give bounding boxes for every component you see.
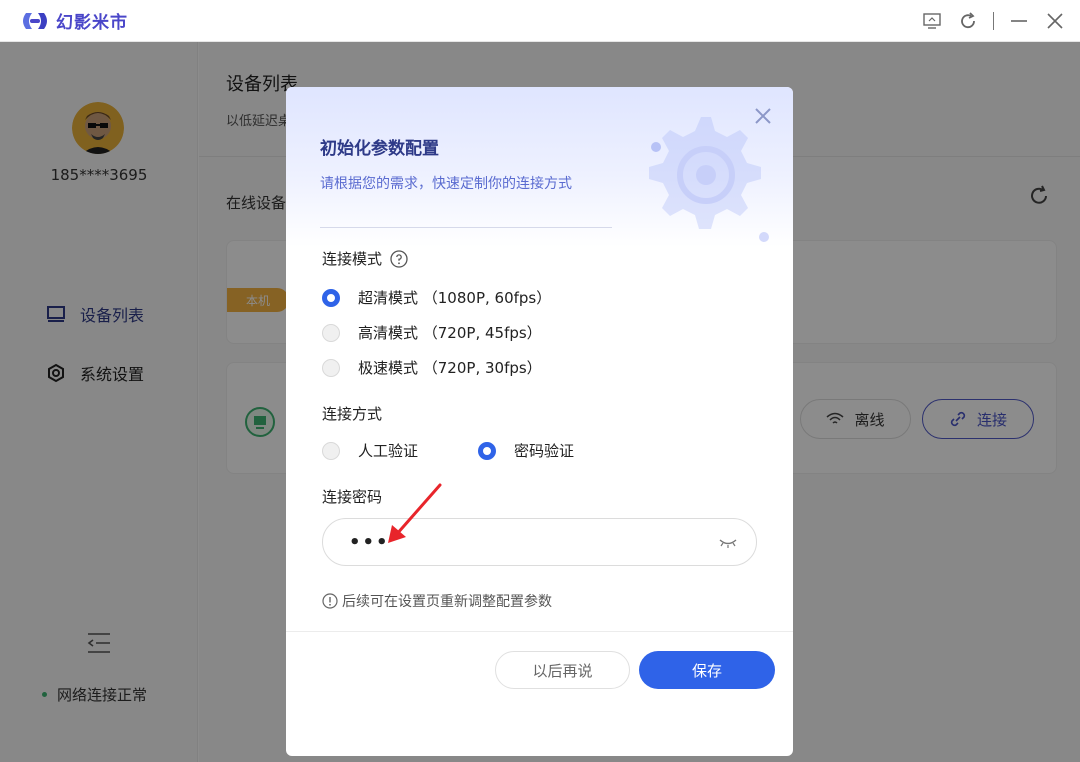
mode-option-label: 高清模式 （720P, 45fps）: [358, 324, 542, 342]
help-icon[interactable]: [390, 249, 408, 268]
mode-option-ultra[interactable]: 超清模式 （1080P, 60fps）: [322, 287, 551, 308]
title-bar: 幻影米市: [0, 0, 1080, 42]
app-brand: 幻影米市: [56, 13, 128, 33]
radio-button[interactable]: [322, 288, 340, 307]
radio-button[interactable]: [322, 441, 340, 460]
window-controls-divider: [993, 12, 994, 30]
save-button[interactable]: 保存: [639, 651, 775, 689]
mode-option-fast[interactable]: 极速模式 （720P, 30fps）: [322, 357, 542, 378]
close-window-icon[interactable]: [1044, 10, 1066, 32]
later-button[interactable]: 以后再说: [495, 651, 630, 689]
reload-icon[interactable]: [957, 10, 979, 32]
init-config-modal: 初始化参数配置 请根据您的需求，快速定制你的连接方式 连接模式 超清模式 （10…: [286, 87, 793, 756]
close-icon[interactable]: [752, 105, 774, 127]
modal-subtitle: 请根据您的需求，快速定制你的连接方式: [320, 176, 572, 192]
method-option-label: 人工验证: [358, 442, 419, 460]
connection-mode-label: 连接模式: [322, 248, 408, 269]
radio-button[interactable]: [478, 441, 496, 460]
app-logo: 幻影米市: [18, 7, 128, 35]
method-option-manual[interactable]: 人工验证: [322, 440, 418, 461]
header-divider: [320, 227, 612, 228]
connection-method-label: 连接方式: [322, 405, 383, 423]
radio-button[interactable]: [322, 323, 340, 342]
window-controls: [921, 0, 1066, 42]
screen-share-icon[interactable]: [921, 10, 943, 32]
hint-text: 后续可在设置页重新调整配置参数: [322, 591, 552, 611]
radio-button[interactable]: [322, 358, 340, 377]
password-label: 连接密码: [322, 488, 383, 506]
method-option-password[interactable]: 密码验证: [478, 440, 574, 461]
modal-title: 初始化参数配置: [320, 139, 439, 159]
logo-mark-icon: [23, 12, 47, 29]
info-icon: [322, 593, 338, 609]
mode-option-hd[interactable]: 高清模式 （720P, 45fps）: [322, 322, 542, 343]
method-option-label: 密码验证: [514, 442, 575, 460]
annotation-arrow: [388, 483, 442, 543]
mode-option-label: 超清模式 （1080P, 60fps）: [358, 289, 552, 307]
minimize-icon[interactable]: [1008, 10, 1030, 32]
mode-option-label: 极速模式 （720P, 30fps）: [358, 359, 542, 377]
eye-closed-icon[interactable]: [718, 534, 738, 550]
footer-divider: [286, 631, 793, 632]
